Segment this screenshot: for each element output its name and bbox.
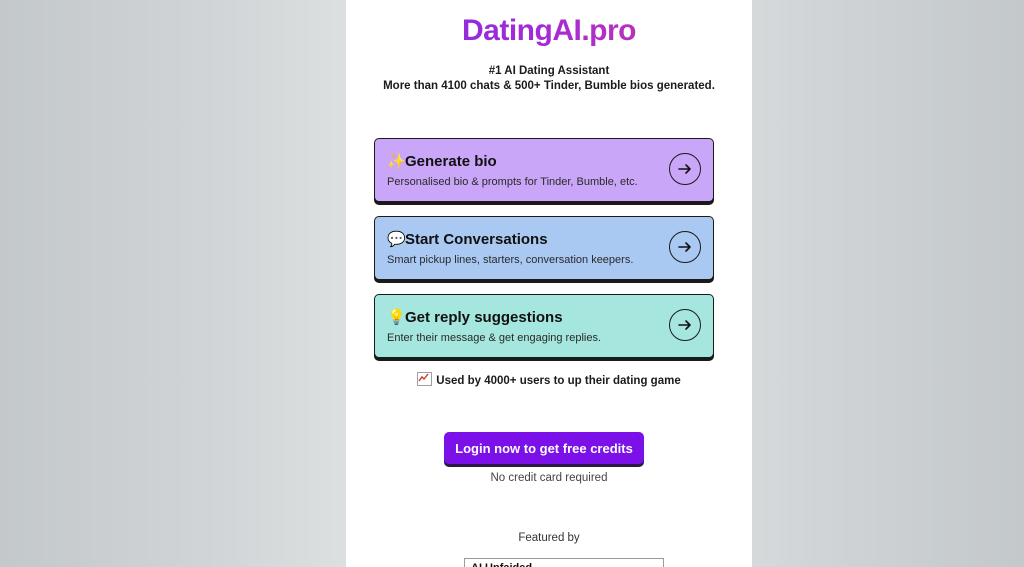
- generate-bio-title: ✨Generate bio: [387, 153, 497, 170]
- generate-bio-arrow-button[interactable]: [669, 153, 701, 185]
- social-proof-text: Used by 4000+ users to up their dating g…: [436, 375, 681, 387]
- tagline-line2: More than 4100 chats & 500+ Tinder, Bumb…: [383, 80, 715, 92]
- generate-bio-description: Personalised bio & prompts for Tinder, B…: [387, 176, 638, 188]
- reply-suggestions-arrow-button[interactable]: [669, 309, 701, 341]
- sparkles-icon: ✨: [387, 153, 406, 170]
- arrow-right-icon: [678, 242, 691, 252]
- featured-by-label: Featured by: [518, 532, 580, 544]
- start-conversations-arrow-button[interactable]: [669, 231, 701, 263]
- tagline-line1: #1 AI Dating Assistant: [488, 65, 610, 77]
- arrow-right-icon: [678, 164, 691, 174]
- featured-badge[interactable]: AI Unfaided: [464, 558, 664, 567]
- start-conversations-description: Smart pickup lines, starters, conversati…: [387, 254, 634, 266]
- tagline: #1 AI Dating Assistant More than 4100 ch…: [346, 64, 752, 94]
- arrow-right-icon: [678, 320, 691, 330]
- social-proof: Used by 4000+ users to up their dating g…: [346, 372, 752, 387]
- reply-suggestions-title: 💡Get reply suggestions: [387, 309, 563, 326]
- reply-suggestions-card[interactable]: 💡Get reply suggestions Enter their messa…: [374, 294, 714, 358]
- speech-bubble-icon: 💬: [387, 231, 406, 248]
- reply-suggestions-description: Enter their message & get engaging repli…: [387, 332, 602, 344]
- main-panel: DatingAI.pro #1 AI Dating Assistant More…: [346, 0, 752, 567]
- start-conversations-title: 💬Start Conversations: [387, 231, 548, 248]
- login-button[interactable]: Login now to get free credits: [444, 432, 644, 464]
- chart-icon: [417, 372, 433, 386]
- start-conversations-card[interactable]: 💬Start Conversations Smart pickup lines,…: [374, 216, 714, 280]
- light-bulb-icon: 💡: [387, 309, 406, 326]
- no-credit-card-note: No credit card required: [490, 472, 608, 484]
- brand-logo[interactable]: DatingAI.pro: [346, 14, 752, 48]
- generate-bio-card[interactable]: ✨Generate bio Personalised bio & prompts…: [374, 138, 714, 202]
